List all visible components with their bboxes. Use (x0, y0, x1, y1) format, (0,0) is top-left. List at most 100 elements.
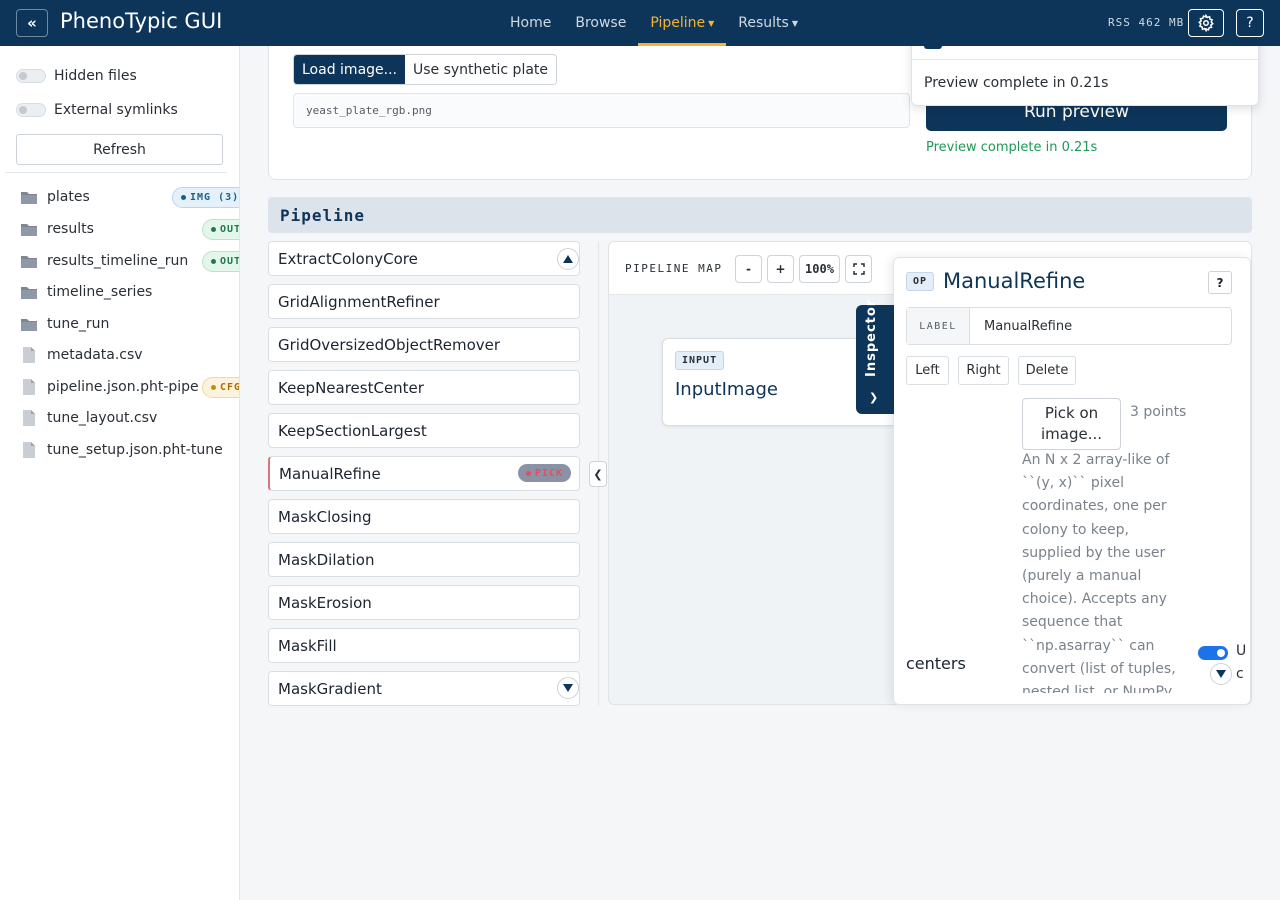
hidden-files-toggle-row[interactable]: Hidden files (16, 68, 137, 84)
operation-item[interactable]: MaskErosion (268, 585, 580, 620)
help-button[interactable]: ? (1236, 9, 1264, 37)
operation-item-selected[interactable]: ManualRefine PICK (268, 456, 580, 491)
file-badge-label: CFG (220, 382, 240, 393)
external-symlinks-toggle[interactable] (16, 103, 46, 117)
operation-item[interactable]: MaskGradient (268, 671, 580, 706)
file-name: pipeline.json.pht-pipe (47, 379, 199, 395)
operation-item[interactable]: KeepNearestCenter (268, 370, 580, 405)
label-input[interactable]: ManualRefine (970, 308, 1231, 344)
triangle-down-icon (1216, 670, 1226, 678)
operation-item[interactable]: KeepSectionLargest (268, 413, 580, 448)
file-item-folder[interactable]: results_timeline_run (20, 250, 188, 272)
file-item-folder[interactable]: plates (20, 186, 90, 208)
zoom-level-button[interactable]: 100% (799, 255, 840, 283)
file-badge-label: OUT (220, 256, 240, 267)
hidden-files-label: Hidden files (54, 68, 137, 84)
operation-item[interactable]: MaskFill (268, 628, 580, 663)
points-count: 3 points (1130, 404, 1187, 420)
inspector-tab-label: Inspector (864, 298, 879, 377)
nav-home-label: Home (510, 15, 552, 31)
external-symlinks-toggle-row[interactable]: External symlinks (16, 102, 178, 118)
operation-item[interactable]: MaskClosing (268, 499, 580, 534)
operation-item[interactable]: MaskDilation (268, 542, 580, 577)
toggle-label-fragment: c (1236, 666, 1244, 682)
node-type-tag: INPUT (675, 351, 725, 370)
operation-name: MaskFill (278, 636, 337, 655)
file-icon (20, 347, 38, 363)
nav-home[interactable]: Home (498, 0, 563, 46)
delete-button[interactable]: Delete (1018, 356, 1076, 385)
param-description: An N x 2 array-like of ``(y, x)`` pixel … (1022, 452, 1176, 693)
zoom-out-button[interactable]: - (735, 255, 762, 283)
file-item-file[interactable]: tune_layout.csv (20, 407, 157, 429)
file-item-file[interactable]: tune_setup.json.pht-tune (20, 439, 223, 461)
badge-dot-icon (211, 259, 216, 264)
file-name: tune_setup.json.pht-tune (47, 442, 223, 458)
toggle-label-fragment: U (1236, 643, 1247, 659)
operation-name: KeepNearestCenter (278, 378, 424, 397)
inspector-help-button[interactable]: ? (1208, 271, 1232, 294)
image-file-field[interactable]: yeast_plate_rgb.png (293, 93, 910, 128)
chevron-right-icon: ❯ (869, 391, 879, 404)
file-badge: CFG (202, 377, 240, 398)
operation-name: MaskClosing (278, 507, 372, 526)
label-field-group: LABEL ManualRefine (906, 307, 1232, 345)
folder-icon (20, 189, 38, 205)
pipeline-title: Pipeline (280, 205, 366, 225)
badge-dot-icon (181, 195, 186, 200)
file-sidebar: Hidden files External symlinks Refresh p… (0, 46, 240, 900)
pick-on-image-button[interactable]: Pick on image... (1022, 398, 1121, 450)
preview-status: Preview complete in 0.21s (926, 140, 1098, 155)
scroll-down-button[interactable] (557, 677, 579, 699)
badge-dot-icon (211, 227, 216, 232)
folder-icon (20, 253, 38, 269)
file-item-file[interactable]: pipeline.json.pht-pipe (20, 376, 199, 398)
move-left-button[interactable]: Left (906, 356, 949, 385)
operation-item[interactable]: ExtractColonyCore (268, 241, 580, 276)
nav-browse[interactable]: Browse (563, 0, 638, 46)
fit-view-button[interactable] (845, 255, 872, 283)
zoom-in-button[interactable]: + (767, 255, 794, 283)
inspector-title: ManualRefine (943, 269, 1086, 293)
triangle-down-icon (563, 684, 573, 692)
param-toggle[interactable] (1198, 646, 1228, 660)
operation-name: MaskErosion (278, 593, 372, 612)
memory-readout: RSS 462 MB (1108, 16, 1185, 29)
operation-name: GridOversizedObjectRemover (278, 335, 501, 354)
map-title: PIPELINE MAP (625, 262, 723, 275)
app-title[interactable]: PhenoTypic GUI (60, 9, 222, 33)
badge-dot-icon (211, 385, 216, 390)
refresh-button[interactable]: Refresh (16, 134, 223, 165)
folder-icon (20, 221, 38, 237)
file-name: timeline_series (47, 284, 153, 300)
file-name: results_timeline_run (47, 253, 189, 269)
operation-item[interactable]: GridOversizedObjectRemover (268, 327, 580, 362)
main-nav: Home Browse Pipeline ▼ Results ▼ (498, 0, 810, 46)
param-name: centers (906, 654, 966, 673)
file-name: plates (47, 189, 90, 205)
hidden-files-toggle[interactable] (16, 69, 46, 83)
settings-button[interactable] (1188, 9, 1224, 37)
file-badge: IMG (3) (172, 187, 239, 208)
file-item-folder[interactable]: results (20, 218, 94, 240)
collapse-sidebar-button[interactable]: « (16, 9, 48, 37)
load-image-button[interactable]: Load image... (294, 55, 405, 84)
nav-results[interactable]: Results ▼ (726, 0, 810, 46)
sidebar-divider (6, 172, 226, 173)
file-item-folder[interactable]: tune_run (20, 313, 109, 335)
file-item-folder[interactable]: timeline_series (20, 281, 152, 303)
node-title: InputImage (675, 379, 778, 400)
nav-browse-label: Browse (575, 15, 627, 31)
file-item-file[interactable]: metadata.csv (20, 344, 143, 366)
scroll-down-button[interactable] (1210, 663, 1232, 685)
move-right-button[interactable]: Right (958, 356, 1009, 385)
operation-name: ExtractColonyCore (278, 249, 418, 268)
inspector-tab[interactable]: Inspector ❯ (856, 299, 894, 414)
image-source-toggle: Load image... Use synthetic plate (293, 54, 558, 85)
scroll-up-button[interactable] (557, 248, 579, 270)
operation-item[interactable]: GridAlignmentRefiner (268, 284, 580, 319)
synthetic-plate-button[interactable]: Use synthetic plate (405, 55, 557, 84)
caret-down-icon: ▼ (708, 18, 715, 28)
collapse-list-button[interactable]: ❮ (589, 461, 607, 487)
nav-pipeline[interactable]: Pipeline ▼ (638, 0, 727, 46)
